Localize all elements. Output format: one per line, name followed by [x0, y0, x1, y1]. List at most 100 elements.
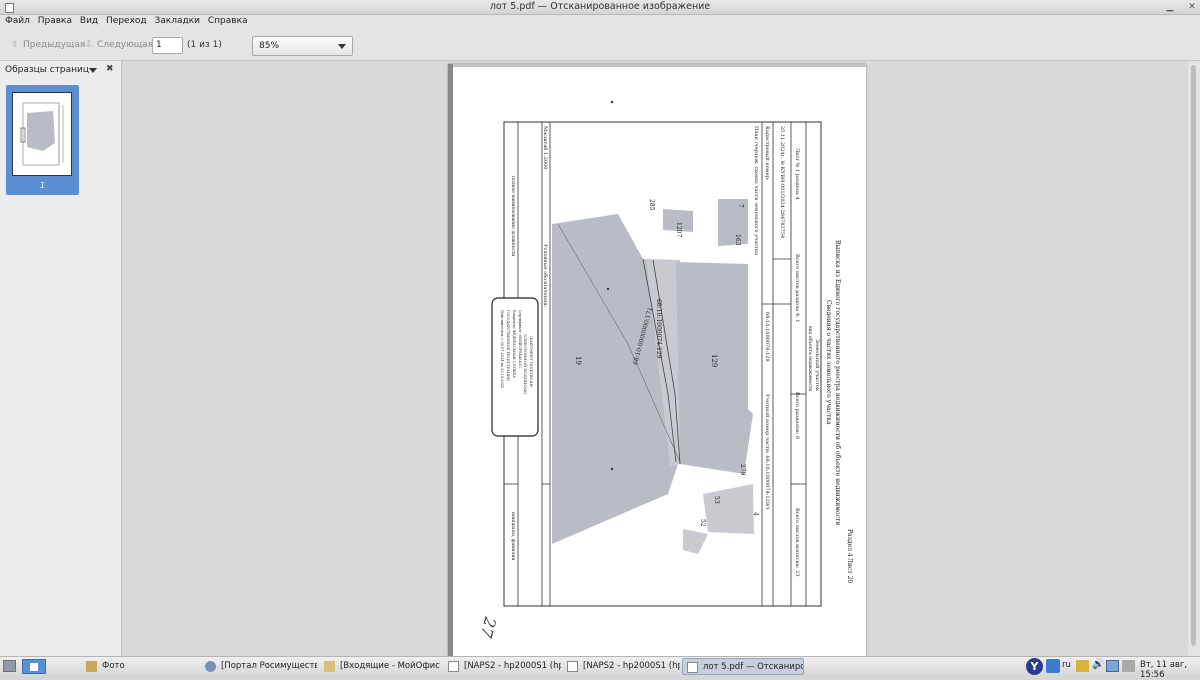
- tray-app-icon[interactable]: [1122, 660, 1135, 672]
- task-label: Фото: [102, 661, 125, 671]
- keyboard-layout[interactable]: ru: [1062, 660, 1071, 670]
- doc-object-type-caption: вид объекта недвижимости: [807, 326, 812, 392]
- parcel-label: 285: [648, 199, 655, 211]
- sidebar-close-icon[interactable]: ✖: [106, 64, 114, 74]
- task-label: лот 5.pdf — Отсканирова...: [703, 662, 803, 672]
- next-page-label: Следующая: [97, 40, 154, 50]
- stamp-line: Сертификат: 00B4E3F84A8A1C: [518, 310, 522, 368]
- doc-cadastral-number: 68:10:1000074:129: [764, 312, 770, 362]
- boundary-label: 68:10:1000074:129: [655, 299, 662, 359]
- menu-go[interactable]: Переход: [101, 15, 147, 26]
- doc-total-sheets-section: Всего листов раздела 4: 1: [794, 254, 800, 323]
- parcel-label: 53: [713, 496, 720, 504]
- stamp-line: ГОСУДАРСТВЕННОЙ РЕГИСТРАЦИИ: [506, 310, 510, 381]
- arrow-up-icon: ⇧: [11, 40, 19, 50]
- next-page-button[interactable]: ⇩ Следующая: [84, 40, 153, 50]
- minimize-icon[interactable]: ▁: [1164, 2, 1176, 13]
- task-naps2-1[interactable]: [NAPS2 - hp2000S1 (hp200...: [444, 658, 561, 675]
- doc-header-subtitle: Сведения о частях земельного участка: [825, 300, 832, 425]
- doc-date-number: 25.11.2024г. № КУВИ-001/2024-284782754: [779, 126, 785, 239]
- toolbar: ⇧ Предыдущая ⇩ Следующая 1 (1 из 1) 85%: [0, 30, 1200, 61]
- task-label: [NAPS2 - hp2000S1 (hp200...: [583, 661, 680, 671]
- mail-icon: [324, 661, 335, 672]
- doc-total-sections: Всего разделов: 8: [794, 392, 800, 440]
- thumbnail-label: 1: [39, 181, 46, 190]
- parcel-label: 4: [752, 512, 759, 516]
- previous-page-button[interactable]: ⇧ Предыдущая: [10, 40, 85, 50]
- menu-bookmarks[interactable]: Закладки: [150, 15, 201, 26]
- zoom-value: 85%: [259, 41, 280, 51]
- task-label: [Портал Росимущества ...: [221, 661, 317, 671]
- doc-cadastral-number-label: Кадастровый номер:: [764, 126, 770, 181]
- stamp-line: Владелец: ФЕДЕРАЛЬНАЯ СЛУЖБА: [512, 310, 516, 379]
- scanner-icon: [567, 661, 578, 672]
- scanned-page-graphics: [448, 64, 866, 656]
- arrow-down-icon: ⇩: [85, 40, 93, 50]
- thumbnail-sidebar: Образцы страниц ✖ 1: [0, 61, 122, 656]
- menu-bar: Файл Правка Вид Переход Закладки Справка: [0, 15, 1200, 30]
- scrollbar-thumb[interactable]: [1191, 65, 1196, 646]
- notifications-icon[interactable]: [1076, 660, 1089, 672]
- document-icon: [687, 662, 698, 673]
- parcel-label: 52: [699, 519, 706, 527]
- sidebar-title: Образцы страниц: [5, 65, 90, 75]
- parcel-label: 129: [710, 354, 718, 368]
- clock[interactable]: Вт, 11 авг, 15:56: [1140, 660, 1200, 680]
- document-page: Выписка из Единого государственного реес…: [448, 64, 866, 656]
- display-icon[interactable]: [1106, 660, 1119, 672]
- doc-legend: Условные обозначения:: [542, 244, 548, 308]
- network-status-icon[interactable]: [1046, 659, 1060, 673]
- doc-sheet-label: Лист 20: [846, 558, 853, 584]
- doc-sheet-no: Лист № 1 раздела 4: [794, 148, 800, 200]
- close-icon[interactable]: ✕: [1186, 2, 1198, 13]
- window-title: лот 5.pdf — Отсканированное изображение: [489, 1, 711, 12]
- window-switcher-icon[interactable]: [22, 659, 46, 674]
- task-browser-portal[interactable]: [Портал Росимущества ...: [201, 658, 317, 675]
- task-label: [Входящие - МойОфис П...: [340, 661, 441, 671]
- document-view[interactable]: Выписка из Единого государственного реес…: [123, 61, 1200, 656]
- parcel-label: 163: [734, 234, 741, 246]
- browser-icon: [205, 661, 216, 672]
- cadastral-map: [552, 199, 754, 554]
- parcel-label: 279: [739, 464, 746, 476]
- sidebar-mode-dropdown-icon[interactable]: [89, 68, 97, 73]
- stamp-line: Действителен: с 30.07.2024 по 22.10.2025: [500, 310, 504, 389]
- vertical-scrollbar[interactable]: [1188, 61, 1200, 656]
- doc-plan-title: План (чертеж, схема) части земельного уч…: [753, 126, 759, 256]
- thumbnail-image: [12, 92, 72, 176]
- sidebar-header: Образцы страниц ✖: [0, 61, 121, 79]
- yandex-icon[interactable]: Y: [1026, 658, 1043, 675]
- doc-signature-caption: инициалы, фамилия: [510, 512, 515, 561]
- task-photos[interactable]: Фото: [82, 658, 198, 675]
- menu-help[interactable]: Справка: [203, 15, 248, 26]
- doc-total-sheets: Всего листов выписки: 23: [794, 508, 800, 577]
- doc-header-title: Выписка из Единого государственного реес…: [834, 240, 841, 526]
- parcel-label: 19: [574, 356, 582, 365]
- zoom-select[interactable]: 85%: [252, 36, 353, 56]
- menu-file[interactable]: Файл: [0, 15, 30, 26]
- show-desktop-icon[interactable]: [3, 660, 16, 672]
- page-thumbnail[interactable]: 1: [6, 85, 79, 195]
- task-mail[interactable]: [Входящие - МойОфис П...: [320, 658, 441, 675]
- stamp-line: ЭЛЕКТРОННОЙ ПОДПИСЬЮ: [523, 334, 528, 395]
- stamp-line: ДОКУМЕНТ ПОДПИСАН: [529, 336, 534, 387]
- page-count: (1 из 1): [187, 40, 222, 50]
- previous-page-label: Предыдущая: [23, 40, 86, 50]
- doc-position-caption: полное наименование должности: [510, 176, 515, 257]
- parcel-label: 1207: [675, 222, 682, 238]
- volume-icon[interactable]: 🔊: [1092, 659, 1104, 670]
- menu-view[interactable]: Вид: [75, 15, 98, 26]
- chevron-down-icon: [338, 44, 346, 49]
- task-naps2-2[interactable]: [NAPS2 - hp2000S1 (hp200...: [563, 658, 680, 675]
- scanner-icon: [448, 661, 459, 672]
- doc-object-type: Земельный участок: [814, 339, 820, 391]
- page-number-input[interactable]: 1: [152, 37, 183, 54]
- taskbar: Фото [Портал Росимущества ... [Входящие …: [0, 656, 1200, 680]
- doc-section-label: Раздел 4: [846, 529, 853, 557]
- menu-edit[interactable]: Правка: [33, 15, 72, 26]
- folder-icon: [86, 661, 97, 672]
- task-document-viewer[interactable]: лот 5.pdf — Отсканирова...: [682, 658, 804, 675]
- title-bar: лот 5.pdf — Отсканированное изображение …: [0, 0, 1200, 15]
- doc-scale: Масштаб 1:2000: [542, 126, 548, 170]
- doc-part-number: Учетный номер части: 68:10:1000074:129/1: [764, 394, 770, 510]
